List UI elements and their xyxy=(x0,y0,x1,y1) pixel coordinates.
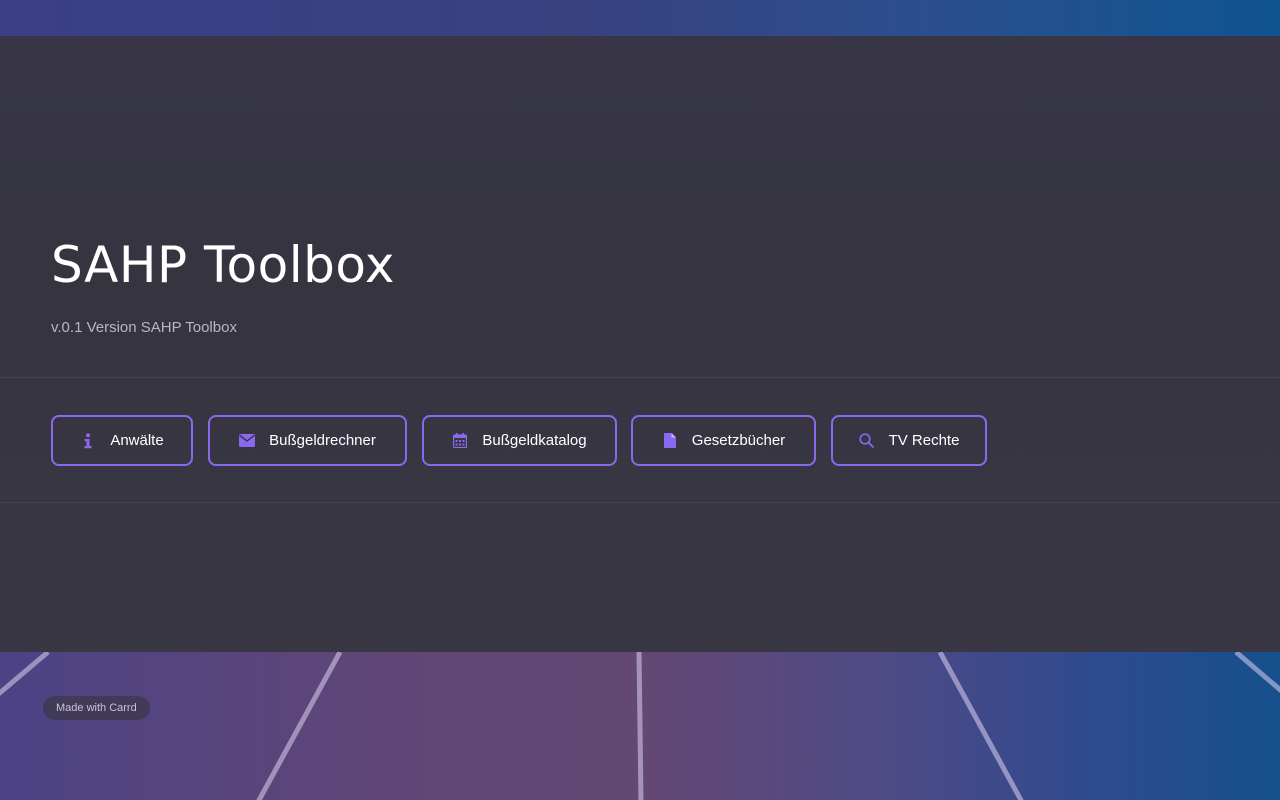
bussgeldkatalog-button[interactable]: Bußgeldkatalog xyxy=(422,415,617,466)
bussgeldkatalog-button-label: Bußgeldkatalog xyxy=(482,432,587,449)
gesetzbuecher-button-label: Gesetzbücher xyxy=(691,432,786,449)
tv-rechte-button-label: TV Rechte xyxy=(888,432,960,449)
calendar-icon xyxy=(452,433,468,449)
anwaelte-button[interactable]: Anwälte xyxy=(51,415,193,466)
background-floor xyxy=(0,652,1280,800)
info-icon xyxy=(80,432,96,449)
gesetzbuecher-button[interactable]: Gesetzbücher xyxy=(631,415,816,466)
page-subtitle: v.0.1 Version SAHP Toolbox xyxy=(51,319,237,336)
main-panel: SAHP Toolbox v.0.1 Version SAHP Toolbox … xyxy=(0,36,1280,652)
anwaelte-button-label: Anwälte xyxy=(110,432,164,449)
tv-rechte-button[interactable]: TV Rechte xyxy=(831,415,987,466)
file-icon xyxy=(662,433,678,449)
hero-section: SAHP Toolbox v.0.1 Version SAHP Toolbox xyxy=(0,36,1280,378)
bussgeldrechner-button-label: Bußgeldrechner xyxy=(269,432,376,449)
page-title: SAHP Toolbox xyxy=(51,236,396,294)
made-with-carrd-badge[interactable]: Made with Carrd xyxy=(43,696,150,720)
search-icon xyxy=(859,433,875,449)
button-row: Anwälte Bußgeldrechner Bußgeldkatalog Ge… xyxy=(0,378,1280,503)
bussgeldrechner-button[interactable]: Bußgeldrechner xyxy=(208,415,407,466)
floor-grid-lines xyxy=(0,652,1280,800)
envelope-icon xyxy=(239,433,256,449)
